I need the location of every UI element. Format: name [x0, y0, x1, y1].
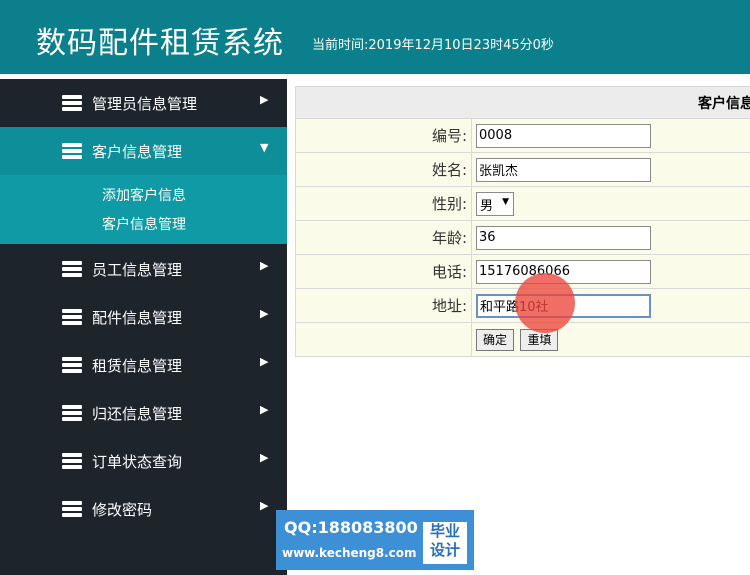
gender-label: 性别:: [295, 186, 472, 221]
stack-icon: [62, 143, 82, 159]
stack-icon: [62, 453, 82, 469]
stack-icon: [62, 95, 82, 111]
chevron-down-icon: ▼: [260, 141, 269, 154]
sidebar-item-label: 配件信息管理: [92, 309, 183, 327]
watermark-tag-line1: 毕业: [429, 522, 460, 540]
submenu-customer-management[interactable]: 客户信息管理: [102, 214, 186, 234]
sidebar-item-label: 租赁信息管理: [92, 357, 183, 375]
app-title: 数码配件租赁系统: [36, 26, 284, 61]
phone-label: 电话:: [295, 254, 472, 289]
form-caption: 客户信息: [295, 86, 750, 119]
form-row-actions: 确定 重填: [295, 322, 750, 357]
sidebar-item-label: 管理员信息管理: [92, 95, 198, 113]
click-indicator: [515, 273, 575, 333]
sidebar-item-accessory-info[interactable]: 配件信息管理 ▶: [0, 293, 287, 341]
confirm-button[interactable]: 确定: [476, 328, 515, 351]
watermark-tag-line2: 设计: [429, 541, 460, 559]
form-row-gender: 性别: 男 ▼: [295, 186, 750, 221]
gender-select-value: 男: [480, 198, 494, 214]
age-label: 年龄:: [295, 220, 472, 255]
app-header: 数码配件租赁系统 当前时间:2019年12月10日23时45分0秒: [0, 0, 750, 74]
submenu-add-customer[interactable]: 添加客户信息: [102, 185, 186, 205]
form-row-name: 姓名:: [295, 152, 750, 187]
stack-icon: [62, 261, 82, 277]
watermark-qq: QQ:188083800: [284, 518, 418, 537]
chevron-right-icon: ▶: [260, 355, 269, 368]
chevron-right-icon: ▶: [260, 93, 269, 106]
sidebar-item-employee-info[interactable]: 员工信息管理 ▶: [0, 245, 287, 293]
form-row-id: 编号:: [295, 118, 750, 153]
caret-down-icon: ▼: [502, 196, 509, 207]
watermark-badge: QQ:188083800 www.kecheng8.com 毕业 设计: [276, 510, 474, 570]
address-label: 地址:: [295, 288, 472, 323]
sidebar-item-rental-info[interactable]: 租赁信息管理 ▶: [0, 341, 287, 389]
gender-select[interactable]: 男 ▼: [476, 191, 514, 216]
chevron-right-icon: ▶: [260, 451, 269, 464]
id-label: 编号:: [295, 118, 472, 153]
form-row-age: 年龄:: [295, 220, 750, 255]
sidebar-item-label: 修改密码: [92, 501, 153, 519]
stack-icon: [62, 309, 82, 325]
stack-icon: [62, 405, 82, 421]
id-field[interactable]: [476, 123, 651, 148]
current-time: 当前时间:2019年12月10日23时45分0秒: [312, 38, 554, 53]
stack-icon: [62, 357, 82, 373]
chevron-right-icon: ▶: [260, 403, 269, 416]
form-caption-row: 客户信息: [295, 86, 750, 119]
sidebar-item-label: 客户信息管理: [92, 143, 183, 161]
sidebar-item-change-password[interactable]: 修改密码 ▶: [0, 485, 287, 533]
sidebar-item-return-info[interactable]: 归还信息管理 ▶: [0, 389, 287, 437]
watermark-site: www.kecheng8.com: [282, 546, 417, 560]
age-field[interactable]: [476, 225, 651, 250]
chevron-right-icon: ▶: [260, 307, 269, 320]
sidebar-item-label: 归还信息管理: [92, 405, 183, 423]
sidebar-item-label: 员工信息管理: [92, 261, 183, 279]
name-label: 姓名:: [295, 152, 472, 187]
name-field[interactable]: [476, 157, 651, 182]
stack-icon: [62, 501, 82, 517]
chevron-right-icon: ▶: [260, 259, 269, 272]
watermark-tag: 毕业 设计: [423, 522, 467, 564]
sidebar-item-order-status[interactable]: 订单状态查询 ▶: [0, 437, 287, 485]
sidebar-item-label: 订单状态查询: [92, 453, 183, 471]
sidebar-item-admin-info[interactable]: 管理员信息管理 ▶: [0, 79, 287, 127]
chevron-right-icon: ▶: [260, 499, 269, 512]
customer-submenu: 添加客户信息 客户信息管理: [0, 175, 287, 244]
sidebar: 管理员信息管理 ▶ 客户信息管理 ▼ 添加客户信息 客户信息管理 员工信息管理 …: [0, 79, 287, 575]
sidebar-item-customer-info[interactable]: 客户信息管理 ▼: [0, 127, 287, 175]
